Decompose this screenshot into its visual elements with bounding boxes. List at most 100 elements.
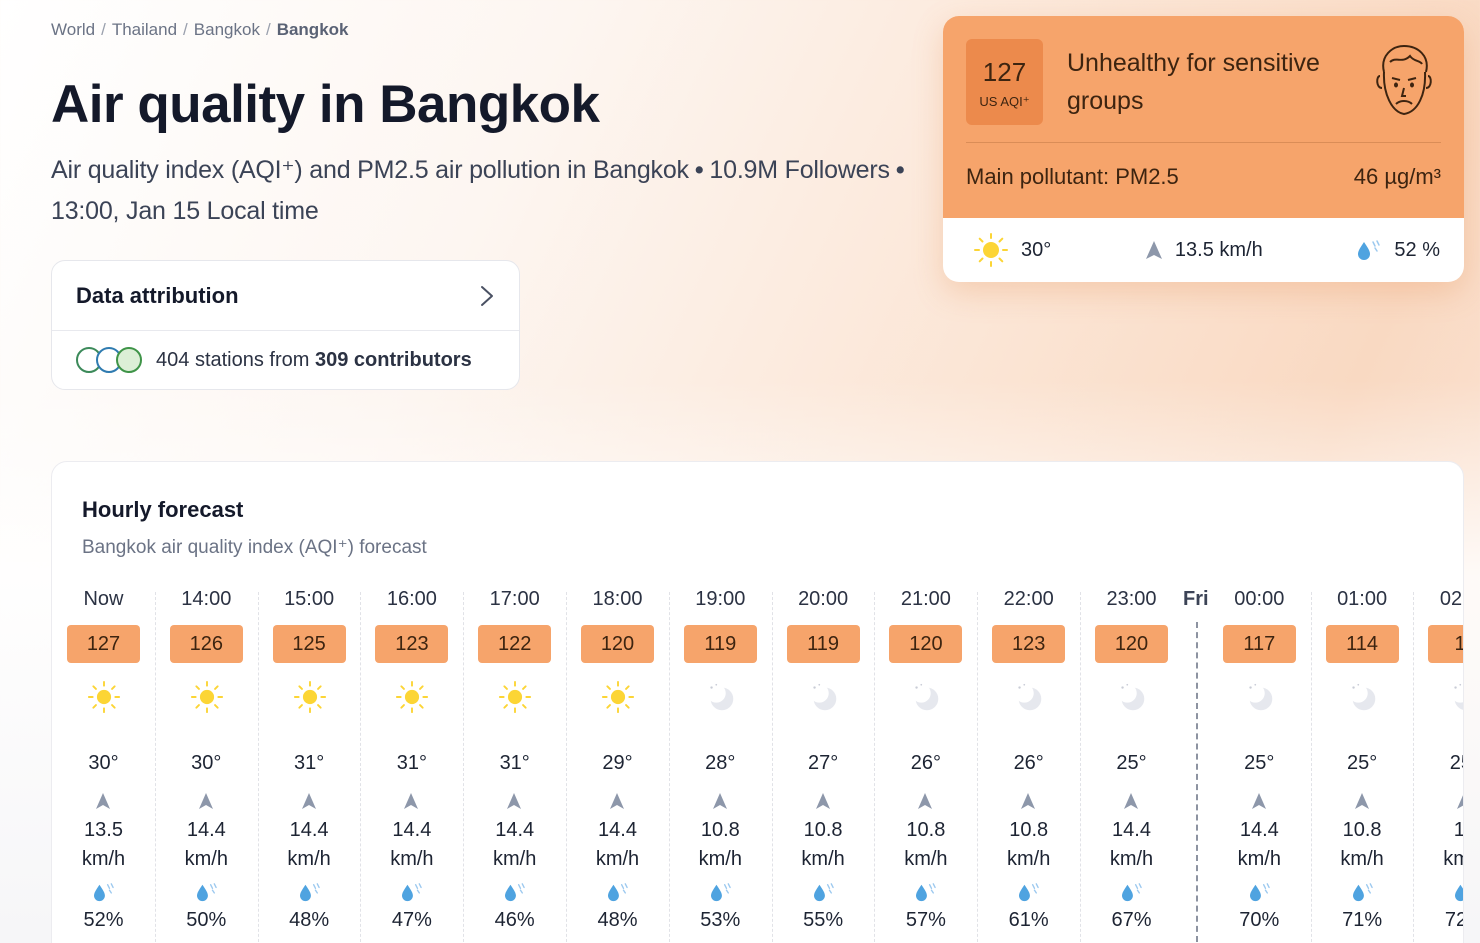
humidity-drop-icon <box>94 883 114 902</box>
humidity-value: 52 % <box>1394 238 1440 261</box>
forecast-wind: 14.4 km/h <box>463 816 566 874</box>
humidity-drop-icon <box>1352 883 1373 902</box>
wind-speed: 10.8 <box>1009 819 1049 841</box>
aqi-unit: US AQI⁺ <box>979 94 1030 109</box>
forecast-wind: 14.4 km/h <box>566 816 669 874</box>
humidity-drop-icon <box>608 883 628 902</box>
forecast-temperature: 31° <box>293 752 325 774</box>
forecast-time: 17:00 <box>489 588 540 610</box>
forecast-time: 20:00 <box>798 588 849 610</box>
wind-unit: km/h <box>595 848 640 870</box>
data-attribution-header[interactable]: Data attribution <box>52 261 519 331</box>
forecast-temperature: 30° <box>191 752 222 774</box>
forecast-hour-column: 14:00 126 30° 14.4 km/h 50% <box>155 582 258 943</box>
pollutant-value: 46 µg/m³ <box>1353 164 1441 189</box>
local-time: 13:00, Jan 15 Local time <box>51 197 319 225</box>
sun-icon <box>87 680 121 714</box>
forecast-aqi-badge: 120 <box>581 625 654 663</box>
forecast-temperature: 25° <box>1346 752 1378 774</box>
contributors-count: 309 <box>314 348 349 371</box>
forecast-humidity: 48% <box>289 909 330 931</box>
forecast-aqi-badge: 119 <box>786 625 860 663</box>
day-label: Fri <box>1183 588 1209 610</box>
wind-direction-icon <box>1021 793 1036 809</box>
wind-speed: 13.5 <box>84 819 123 841</box>
forecast-hour-column: 15:00 125 31° 14.4 km/h 48% <box>258 582 361 943</box>
breadcrumb-country[interactable]: Thailand <box>112 20 177 40</box>
forecast-humidity: 48% <box>597 909 638 931</box>
temperature-value: 30° <box>1021 238 1052 261</box>
breadcrumb-world[interactable]: World <box>51 20 95 40</box>
current-humidity: 52 % <box>1356 239 1440 262</box>
contributors-label: contributors <box>353 348 472 371</box>
data-attribution-title: Data attribution <box>76 282 239 308</box>
breadcrumb-region[interactable]: Bangkok <box>194 20 260 40</box>
forecast-hour-column: 21:00 120 26° 10.8 km/h 57% <box>874 582 977 943</box>
forecast-humidity: 71% <box>1342 909 1383 931</box>
wind-unit: km/h <box>81 848 126 870</box>
column-separator <box>154 592 156 943</box>
wind-direction-icon <box>712 793 727 809</box>
forecast-temperature: 30° <box>88 752 119 774</box>
dot-separator: • <box>895 156 905 184</box>
forecast-wind: 10.8 km/h <box>1311 816 1414 874</box>
forecast-time: 02:00 <box>1439 588 1463 610</box>
forecast-time: 00:00 <box>1234 588 1285 610</box>
sun-icon <box>974 233 1008 267</box>
wind-unit: km/h <box>698 848 742 870</box>
column-separator <box>1080 592 1081 943</box>
wind-unit: km/h <box>390 848 434 870</box>
forecast-subtitle: Bangkok air quality index (AQI⁺) forecas… <box>82 537 427 558</box>
forecast-aqi-badge: 123 <box>375 625 449 663</box>
contributor-logo-icon <box>116 347 142 373</box>
forecast-time: 18:00 <box>592 588 643 610</box>
stations-summary: 404 stations from 309 contributors <box>156 349 472 372</box>
humidity-drop-icon <box>916 883 937 902</box>
aqi-value-box: 127 US AQI⁺ <box>966 39 1043 125</box>
column-separator <box>977 592 979 943</box>
forecast-time: 15:00 <box>284 588 335 610</box>
forecast-hour-column: 16:00 123 31° 14.4 km/h 47% <box>360 582 463 943</box>
forecast-temperature: 31° <box>396 752 428 774</box>
data-attribution-summary[interactable]: 404 stations from 309 contributors <box>52 331 519 389</box>
wind-direction-icon <box>198 793 213 809</box>
sun-icon <box>190 680 224 714</box>
forecast-wind: 10.8 km/h <box>977 816 1080 874</box>
wind-speed: 14.4 <box>392 819 432 841</box>
moon-icon <box>909 680 943 714</box>
forecast-hour-column: 23:00 120 25° 14.4 km/h 67% <box>1080 582 1183 943</box>
forecast-temperature: 25° <box>1449 752 1463 774</box>
moon-icon <box>807 680 841 714</box>
contributor-logos <box>76 347 142 373</box>
humidity-drop-icon <box>402 883 423 902</box>
forecast-hour-column: 22:00 123 26° 10.8 km/h 61% <box>977 582 1080 943</box>
forecast-temperature: 28° <box>705 752 736 774</box>
breadcrumb: World / Thailand / Bangkok / Bangkok <box>51 20 348 40</box>
forecast-aqi-badge: 122 <box>478 625 552 663</box>
forecast-title: Hourly forecast <box>82 497 244 522</box>
column-separator <box>668 592 670 943</box>
wind-speed: 14.4 <box>186 819 226 841</box>
forecast-aqi-badge: 119 <box>683 625 757 663</box>
humidity-drop-icon <box>1455 884 1463 902</box>
face-unhealthy-icon <box>1376 44 1432 116</box>
forecast-hour-column: 02:00 11 25° 10 km/h 72% <box>1413 582 1463 943</box>
forecast-temperature: 25° <box>1116 752 1147 774</box>
forecast-wind: 10.8 km/h <box>772 816 875 874</box>
forecast-row[interactable]: Fri Now 127 30° 13.5 km/h 52% 14:00 126 30° 14.4 k… <box>52 582 1463 943</box>
wind-speed: 14.4 <box>598 819 637 841</box>
forecast-humidity: 50% <box>186 909 227 931</box>
forecast-aqi-badge: 120 <box>889 625 963 663</box>
wind-direction-icon <box>507 793 522 809</box>
forecast-time: 16:00 <box>386 588 437 610</box>
wind-speed: 14.4 <box>495 819 535 841</box>
aqi-value: 127 <box>982 57 1027 87</box>
wind-unit: km/h <box>904 848 948 870</box>
column-separator <box>257 592 259 943</box>
forecast-time: 14:00 <box>181 588 232 610</box>
wind-direction-icon <box>96 793 110 809</box>
wind-unit: km/h <box>801 848 845 870</box>
wind-unit: km/h <box>1007 848 1051 870</box>
forecast-time: Now <box>83 588 124 610</box>
forecast-time: 01:00 <box>1337 588 1388 610</box>
